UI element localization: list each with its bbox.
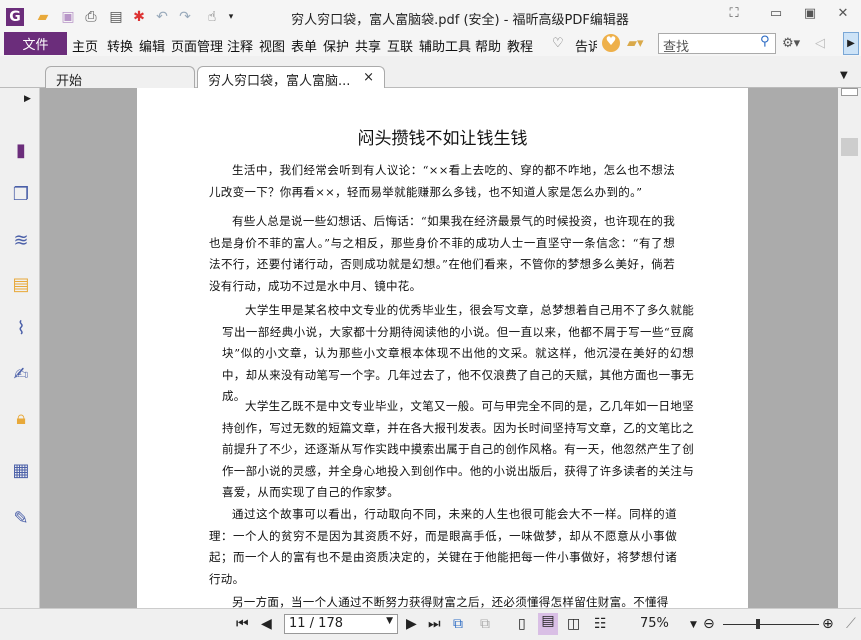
pdf-page: 闷头攒钱不如让钱生钱 生活中，我们经常会听到有人议论：“××看上去吃的、穿的都不… <box>137 88 748 608</box>
menu-help[interactable]: 帮助 <box>475 36 501 55</box>
scroll-right-button[interactable]: ▶ <box>843 32 859 55</box>
zoom-level[interactable]: 75% <box>640 616 669 631</box>
tab-label: 开始 <box>56 74 83 89</box>
first-page-button[interactable]: ⏮ <box>236 616 249 632</box>
signatures-icon[interactable]: ✍ <box>10 364 32 386</box>
page-number: 11 / 178 <box>289 616 343 631</box>
tab-document[interactable]: 穷人穷口袋，富人富脑... × <box>197 66 385 89</box>
menu-comment[interactable]: 注释 <box>227 36 253 55</box>
zoom-dropdown-icon[interactable]: ▼ <box>690 620 697 630</box>
menu-home[interactable]: 主页 <box>72 36 98 55</box>
window-title: 穷人穷口袋，富人富脑袋.pdf (安全) - 福昕高级PDF编辑器 <box>291 13 629 28</box>
properties-icon[interactable]: ▤ <box>107 8 125 26</box>
fullscreen-icon[interactable]: ⛶ <box>724 6 744 26</box>
menu-protect[interactable]: 保护 <box>323 36 349 55</box>
continuous-facing-icon[interactable]: ☷ <box>594 616 607 632</box>
single-page-icon[interactable]: ▯ <box>518 616 526 632</box>
scrollbar-thumb[interactable] <box>841 138 858 156</box>
next-page-button[interactable]: ▶ <box>406 616 417 632</box>
scroll-top-button[interactable] <box>841 88 858 96</box>
menu-share[interactable]: 共享 <box>355 36 381 55</box>
paragraph: 大学生乙既不是中文专业毕业，文笔又一般。可与甲完全不同的是，乙几年如一日地坚持创… <box>222 399 694 499</box>
zoom-slider-thumb[interactable] <box>756 619 760 629</box>
tab-list-dropdown-icon[interactable]: ▼ <box>840 70 848 81</box>
vertical-scrollbar[interactable] <box>838 88 861 608</box>
find-folder-icon[interactable]: ▰▾ <box>627 36 644 51</box>
security-lock-icon[interactable]: 🔒︎ <box>10 408 32 430</box>
tell-me-input[interactable]: 告诉 <box>575 36 597 55</box>
lightbulb-icon: ♡ <box>552 36 564 51</box>
attachments-icon[interactable]: ⌇ <box>10 318 32 340</box>
expand-sidebar-icon[interactable]: ▶ <box>24 94 31 104</box>
tab-label: 穷人穷口袋，富人富脑... <box>208 74 351 89</box>
open-folder-icon[interactable]: ▰ <box>34 8 52 26</box>
close-tab-icon[interactable]: × <box>363 70 374 85</box>
hand-tool-icon[interactable]: ☝ <box>203 8 221 26</box>
paragraph: 大学生甲是某名校中文专业的优秀毕业生，很会写文章，总梦想着自己用不了多久就能写出… <box>222 303 694 403</box>
page-number-input[interactable]: 11 / 178 ▼ <box>284 614 398 634</box>
zoom-slider[interactable] <box>723 624 819 625</box>
pages-icon[interactable]: ▮ <box>10 140 32 162</box>
menu-page-management[interactable]: 页面管理 <box>171 36 223 55</box>
previous-page-button[interactable]: ◀ <box>261 616 272 632</box>
settings-gear-icon[interactable]: ⚙▾ <box>782 36 800 51</box>
menu-edit[interactable]: 编辑 <box>139 36 165 55</box>
page-thumbnails-icon[interactable]: ❐ <box>10 184 32 206</box>
menu-view[interactable]: 视图 <box>259 36 285 55</box>
print-icon[interactable]: ⎙ <box>82 8 100 26</box>
menu-form[interactable]: 表单 <box>291 36 317 55</box>
search-input[interactable]: 查找 <box>658 33 776 55</box>
close-button[interactable]: ✕ <box>833 6 853 26</box>
comments-icon[interactable]: ▤ <box>10 274 32 296</box>
tab-start[interactable]: 开始 <box>45 66 195 89</box>
undo-icon[interactable]: ↶ <box>153 8 171 26</box>
redo-icon[interactable]: ↷ <box>176 8 194 26</box>
paragraph: 有些人总是说一些幻想话、后悔话：“如果我在经济最景气的时候投资，也许现在的我也是… <box>209 214 675 293</box>
zoom-in-icon[interactable]: ⊕ <box>822 616 834 632</box>
maximize-button[interactable]: ▣ <box>800 6 820 26</box>
facing-pages-icon[interactable]: ◫ <box>567 616 580 632</box>
menu-tutorial[interactable]: 教程 <box>507 36 533 55</box>
minimize-button[interactable]: ▭ <box>766 6 786 26</box>
heart-icon[interactable]: ♥ <box>602 34 620 52</box>
scroll-left-icon[interactable]: ◁ <box>815 36 825 51</box>
resize-grip-icon[interactable]: ⟋ <box>846 616 856 632</box>
zoom-out-icon[interactable]: ⊖ <box>703 616 715 632</box>
continuous-page-icon[interactable]: ▤ <box>538 613 558 635</box>
document-title: 闷头攒钱不如让钱生钱 <box>357 129 528 149</box>
form-fields-icon[interactable]: ▦ <box>10 460 32 482</box>
page-dropdown-icon[interactable]: ▼ <box>386 616 393 626</box>
save-icon[interactable]: ▣ <box>59 8 77 26</box>
file-menu-button[interactable]: 文件 <box>4 32 67 55</box>
layers-icon[interactable]: ≋ <box>10 230 32 252</box>
search-icon[interactable]: ⚲ <box>760 34 770 49</box>
previous-view-icon[interactable]: ⧉ <box>453 616 463 632</box>
paragraph: 通过这个故事可以看出，行动取向不同，未来的人生也很可能会大不一样。同样的道理：一… <box>209 507 677 586</box>
navigation-sidebar: ▶ ▮ ❐ ≋ ▤ ⌇ ✍ 🔒︎ ▦ ✎ <box>0 88 40 608</box>
app-logo-icon: G <box>6 8 24 26</box>
menu-accessibility[interactable]: 辅助工具 <box>419 36 471 55</box>
certificate-icon[interactable]: ✎ <box>10 508 32 530</box>
next-view-icon[interactable]: ⧉ <box>480 616 490 632</box>
menu-connect[interactable]: 互联 <box>387 36 413 55</box>
new-document-icon[interactable]: ✱ <box>130 8 148 26</box>
last-page-button[interactable]: ⏭ <box>428 616 441 632</box>
menu-convert[interactable]: 转换 <box>107 36 133 55</box>
customize-dropdown-icon[interactable]: ▾ <box>222 8 240 26</box>
paragraph: 生活中，我们经常会听到有人议论：“××看上去吃的、穿的都不咋地，怎么也不想法儿改… <box>209 163 675 199</box>
paragraph: 另一方面，当一个人通过不断努力获得财富之后，还必须懂得怎样留住财富。不懂得 <box>232 595 669 608</box>
